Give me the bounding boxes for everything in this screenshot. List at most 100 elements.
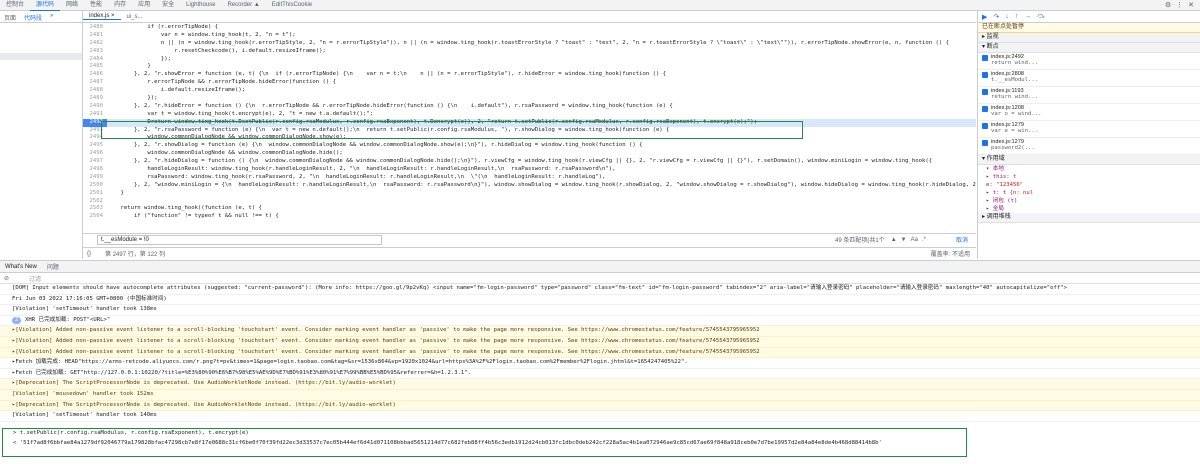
regex-button[interactable]: .* [922,237,926,243]
navigator-tab[interactable]: 代码段 [20,11,46,22]
breakpoint-checkbox[interactable] [982,106,988,112]
deactivate-breakpoints-icon[interactable]: ⤼ [1037,13,1044,21]
line-number[interactable]: 2495 [83,142,107,150]
step-over-icon[interactable]: ↷ [993,13,999,21]
devtools-tab[interactable]: 源代码 [30,0,61,11]
line-number[interactable]: 2491 [83,111,107,119]
breakpoint-item[interactable]: index.js:2492 return wind... [978,53,1200,70]
close-icon[interactable]: ✕ [1188,1,1194,9]
line-number[interactable]: 2486 [83,71,107,79]
breakpoint-checkbox[interactable] [982,89,988,95]
search-down-icon[interactable]: ▼ [901,237,907,243]
match-case-button[interactable]: Aa [911,237,918,243]
devtools-tab[interactable]: Lighthouse [180,0,221,10]
breakpoint-checkbox[interactable] [982,55,988,61]
breakpoint-item[interactable]: index.js:1193 return wind... [978,87,1200,104]
callstack-section-header[interactable]: ▸ 调用堆栈 [978,213,1200,223]
navigator-tab[interactable]: » [46,11,57,22]
more-icon[interactable]: ⋮ [1176,1,1183,9]
clear-console-icon[interactable]: ⊘ [4,275,9,282]
console-filter-input[interactable]: 过滤 [29,274,41,283]
step-into-icon[interactable]: ↓ [1005,13,1009,20]
search-input[interactable]: t.__esModule = !0 [97,234,382,245]
navigator-selected-item[interactable] [0,53,82,60]
console-message[interactable]: ▸Fetch 已完成加载: GET"http://127.0.0.1:10220… [0,369,1200,380]
watch-section-header[interactable]: ▸ 监视 [978,33,1200,43]
highlight-box-console: > t.setPublic(r.config.rsaModulus, r.con… [2,428,967,457]
line-number[interactable]: 2481 [83,32,107,40]
line-number[interactable]: 2480 [83,24,107,32]
console-message[interactable]: ▸[Violation] Added non-passive event lis… [0,347,1200,359]
console-message-text: [DOM] Input elements should have autocom… [12,285,1067,291]
breakpoints-section-header[interactable]: ▾ 断点 [978,43,1200,53]
scope-key: ▸ 闭包 (t) [986,198,1018,204]
line-number[interactable]: 2500 [83,182,107,190]
line-number[interactable]: 2499 [83,174,107,182]
console-message[interactable]: [DOM] Input elements should have autocom… [0,284,1200,295]
code-line: 2488 i.default.resizeIframe(); [83,87,976,95]
console-message[interactable]: ▸[Deprecation] The ScriptProcessorNode i… [0,400,1200,412]
navigator-tab[interactable]: 页面 [0,11,20,22]
scope-entry[interactable]: ▸ t: t {n: nul [978,189,1200,197]
console-message[interactable]: ▸Fetch 加载完成: HEAD"https://arms-retcode.a… [0,358,1200,369]
line-number[interactable]: 2503 [83,205,107,213]
scope-entry[interactable]: ▾ 本地 [978,165,1200,173]
line-number[interactable]: 2489 [83,95,107,103]
console-message[interactable]: ▸[Deprecation] The ScriptProcessorNode i… [0,379,1200,390]
line-number[interactable]: 2501 [83,190,107,198]
line-number[interactable]: 2483 [83,48,107,56]
console-eval-result[interactable]: < '51f7ad8f6bbfae84a1279df92046779a17982… [3,439,966,449]
scope-entry[interactable]: ▸ 闭包 (t) [978,197,1200,205]
breakpoint-item[interactable]: index.js:1208 var o = wind... [978,104,1200,121]
devtools-tab[interactable]: 网络 [60,0,84,10]
drawer-tab[interactable]: 问题 [42,262,64,271]
line-number[interactable]: 2484 [83,56,107,64]
console-message[interactable]: Fri Jun 03 2022 17:16:05 GMT+0800 (中国标准时… [0,295,1200,306]
step-icon[interactable]: → [1024,13,1031,20]
devtools-tab[interactable]: 安全 [156,0,180,10]
breakpoint-checkbox[interactable] [982,140,988,146]
line-number[interactable]: 2497 [83,158,107,166]
breakpoint-item[interactable]: index.js:1279 var e = win... [978,121,1200,138]
devtools-tab[interactable]: EditThisCookie [266,0,318,10]
settings-icon[interactable]: ⚙ [1165,1,1171,9]
editor-file-tab[interactable]: index.js × [83,13,121,20]
scope-entry[interactable]: ▸ 全局 [978,205,1200,213]
line-number[interactable]: 2487 [83,79,107,87]
devtools-tab[interactable]: 性能 [84,0,108,10]
breakpoint-checkbox[interactable] [982,123,988,129]
editor-file-tab[interactable]: ui_s... [121,14,149,20]
line-number[interactable]: 2485 [83,63,107,71]
breakpoint-checkbox[interactable] [982,72,988,78]
devtools-tab[interactable]: Recorder ▲ [221,0,265,10]
line-number[interactable]: 2502 [83,198,107,206]
scope-entry[interactable]: e: "123456" [978,181,1200,189]
scope-section-header[interactable]: ▾ 作用域 [978,155,1200,165]
line-number[interactable]: 2490 [83,103,107,111]
drawer-tab[interactable]: What's New [0,264,42,270]
devtools-tab[interactable]: 控制台 [0,0,30,10]
console-message[interactable]: ▸[Violation] Added non-passive event lis… [0,326,1200,337]
step-out-icon[interactable]: ↑ [1015,13,1019,20]
line-number[interactable]: 2496 [83,150,107,158]
console-message[interactable]: [Violation] 'setTimeout' handler took 14… [0,411,1200,422]
line-number[interactable]: 2488 [83,87,107,95]
search-up-icon[interactable]: ▲ [891,237,897,243]
devtools-tab[interactable]: 内存 [108,0,132,10]
devtools-tab[interactable]: 应用 [132,0,156,10]
format-icon[interactable]: {} [87,251,91,257]
search-cancel-button[interactable]: 取消 [956,235,976,244]
scope-entry[interactable]: ▸ this: t [978,173,1200,181]
line-number[interactable]: 2498 [83,166,107,174]
console-eval-input[interactable]: > t.setPublic(r.config.rsaModulus, r.con… [3,429,966,439]
console-message[interactable]: 2 XHR 已完成加载: POST"<URL>" [0,316,1200,327]
console-message[interactable]: [Violation] 'setTimeout' handler took 13… [0,305,1200,316]
line-number[interactable]: 2504 [83,213,107,221]
console-message[interactable]: [Violation] 'mousedown' handler took 152… [0,389,1200,401]
breakpoint-item[interactable]: index.js:1279 password2(... [978,138,1200,155]
breakpoint-item[interactable]: index.js:2808 t.__esModul... [978,70,1200,87]
resume-icon[interactable]: ▶ [982,13,987,21]
line-text: var n = window.ting_hook(t, 2, "n = t"); [107,31,296,38]
line-number[interactable]: 2482 [83,40,107,48]
console-message[interactable]: ▸[Violation] Added non-passive event lis… [0,336,1200,348]
